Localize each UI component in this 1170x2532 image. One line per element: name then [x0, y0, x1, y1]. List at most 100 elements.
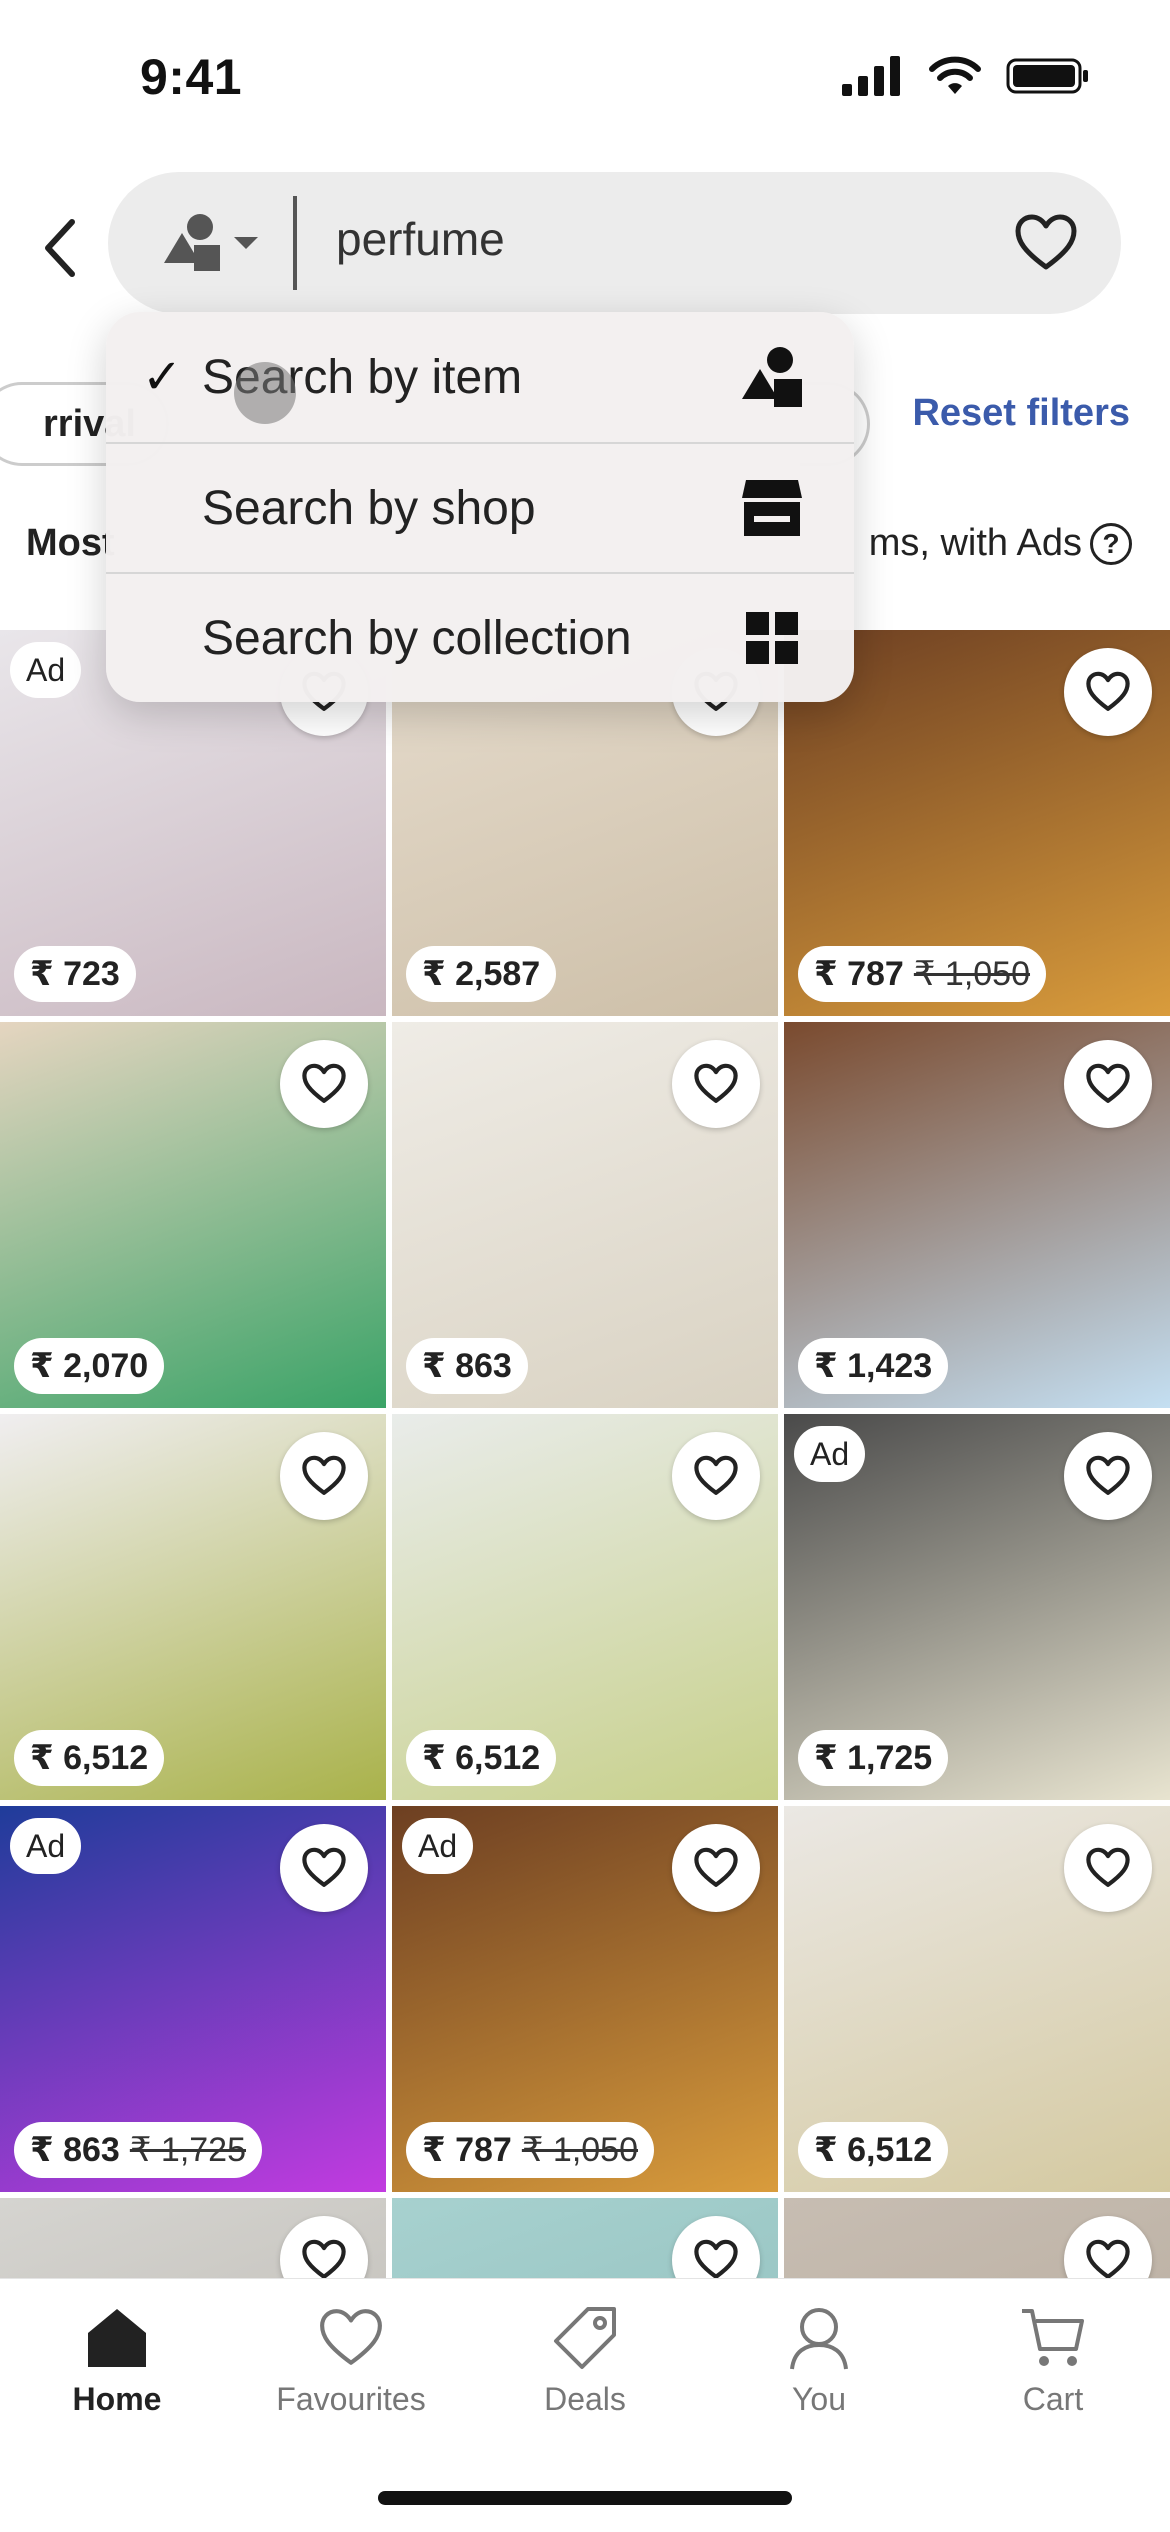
price-value: ₹ 1,725: [814, 1739, 933, 1777]
storefront-icon: [740, 476, 804, 540]
heart-icon: [694, 1847, 738, 1887]
price-tag: ₹ 6,512: [406, 1730, 557, 1786]
listing-tile[interactable]: ₹ 1,423: [784, 1022, 1170, 1408]
tab-label: Home: [72, 2381, 162, 2417]
status-icons: [842, 56, 1090, 96]
ad-badge: Ad: [10, 1818, 82, 1874]
heart-icon: [694, 1455, 738, 1495]
shapes-icon: [164, 214, 220, 271]
sort-label[interactable]: Most: [26, 522, 115, 565]
touch-indicator: [234, 362, 296, 424]
heart-icon: [302, 2239, 346, 2279]
tab-favourites[interactable]: Favourites: [234, 2305, 468, 2455]
search-divider: [293, 196, 297, 290]
favourite-button[interactable]: [1064, 1040, 1152, 1128]
shapes-icon: [740, 345, 804, 409]
price-tag: ₹ 863: [406, 1338, 528, 1394]
heart-icon: [1086, 1847, 1130, 1887]
listing-tile[interactable]: ₹ 6,512: [784, 1806, 1170, 2192]
favourite-button[interactable]: [280, 1824, 368, 1912]
favourite-button[interactable]: [1064, 648, 1152, 736]
reset-filters-link[interactable]: Reset filters: [912, 392, 1130, 435]
price-value: ₹ 2,587: [422, 955, 541, 993]
status-bar: 9:41: [0, 0, 1170, 150]
price-value: ₹ 6,512: [814, 2131, 933, 2169]
original-price: ₹ 1,050: [913, 955, 1031, 993]
help-icon[interactable]: ?: [1090, 522, 1132, 565]
price-tag: ₹ 723: [14, 946, 136, 1002]
favourite-button[interactable]: [672, 1824, 760, 1912]
dropdown-item-label: Search by collection: [202, 611, 632, 665]
price-tag: ₹ 6,512: [14, 1730, 165, 1786]
favourite-button[interactable]: [1064, 1432, 1152, 1520]
tab-deals[interactable]: Deals: [468, 2305, 702, 2455]
tab-label: You: [792, 2381, 846, 2417]
price-tag: ₹ 787 ₹ 1,050: [406, 2122, 655, 2178]
search-bar[interactable]: perfume: [108, 172, 1121, 314]
favourite-search-button[interactable]: [1011, 208, 1081, 278]
listing-tile[interactable]: ₹ 863: [392, 1022, 778, 1408]
dropdown-item-search-by-item[interactable]: ✓ Search by item: [106, 312, 854, 442]
listing-tile[interactable]: Ad ₹ 863 ₹ 1,725: [0, 1806, 386, 2192]
favourite-button[interactable]: [672, 1040, 760, 1128]
price-value: ₹ 2,070: [30, 1347, 149, 1385]
heart-icon: [1086, 1455, 1130, 1495]
listing-tile[interactable]: Ad ₹ 1,725: [784, 1414, 1170, 1800]
price-tag: ₹ 1,725: [798, 1730, 949, 1786]
tab-label: Favourites: [276, 2381, 426, 2417]
price-value: ₹ 863: [30, 2131, 120, 2169]
favourite-button[interactable]: [280, 1432, 368, 1520]
original-price: ₹ 1,725: [129, 2131, 247, 2169]
favourite-button[interactable]: [1064, 1824, 1152, 1912]
wifi-icon: [929, 56, 981, 94]
search-type-dropdown: ✓ Search by item Search by shop Search b…: [106, 312, 854, 702]
dropdown-item-search-by-shop[interactable]: Search by shop: [106, 442, 854, 572]
price-tag: ₹ 2,070: [14, 1338, 165, 1394]
tab-label: Deals: [544, 2381, 626, 2417]
results-note-text: ms, with Ads: [868, 522, 1082, 564]
heart-icon: [1086, 671, 1130, 711]
listing-tile[interactable]: ₹ 6,512: [392, 1414, 778, 1800]
heart-icon: [1086, 1063, 1130, 1103]
favourite-button[interactable]: [280, 1040, 368, 1128]
listing-tile[interactable]: Ad ₹ 787 ₹ 1,050: [392, 1806, 778, 2192]
heart-icon: [302, 1063, 346, 1103]
price-value: ₹ 787: [814, 955, 904, 993]
heart-icon: [320, 2309, 382, 2365]
heart-icon: [302, 1847, 346, 1887]
price-value: ₹ 863: [422, 1347, 512, 1385]
price-tag: ₹ 6,512: [798, 2122, 949, 2178]
listing-grid: Ad ₹ 723 ₹ 2,587 ₹ 787 ₹ 1,050 ₹ 2,070 ₹ 863 ₹ …: [0, 630, 1170, 2532]
bottom-tab-bar: Home Favourites Deals You Cart: [0, 2278, 1170, 2532]
back-button[interactable]: [30, 208, 90, 288]
price-value: ₹ 723: [30, 955, 120, 993]
tab-you[interactable]: You: [702, 2305, 936, 2455]
tab-cart[interactable]: Cart: [936, 2305, 1170, 2455]
home-icon: [88, 2309, 146, 2367]
original-price: ₹ 1,050: [521, 2131, 639, 2169]
search-type-selector[interactable]: [160, 210, 280, 276]
heart-icon: [694, 1063, 738, 1103]
heart-icon: [694, 2239, 738, 2279]
signal-icon: [842, 56, 900, 96]
price-tag: ₹ 2,587: [406, 946, 557, 1002]
listing-tile[interactable]: ₹ 2,070: [0, 1022, 386, 1408]
tab-label: Cart: [1022, 2381, 1084, 2417]
chevron-down-icon: [234, 237, 258, 249]
favourite-button[interactable]: [672, 1432, 760, 1520]
search-input[interactable]: perfume: [336, 212, 505, 266]
chevron-left-icon: [45, 219, 75, 277]
dropdown-item-search-by-collection[interactable]: Search by collection: [106, 572, 854, 702]
price-value: ₹ 6,512: [422, 1739, 541, 1777]
heart-icon: [1015, 214, 1077, 270]
checkmark-icon: ✓: [142, 351, 183, 404]
price-value: ₹ 1,423: [814, 1347, 933, 1385]
person-icon: [790, 2308, 848, 2370]
tab-home[interactable]: Home: [0, 2305, 234, 2455]
search-header: perfume: [0, 150, 1170, 320]
heart-icon: [1086, 2239, 1130, 2279]
price-value: ₹ 6,512: [30, 1739, 149, 1777]
listing-tile[interactable]: ₹ 6,512: [0, 1414, 386, 1800]
heart-icon: [302, 1455, 346, 1495]
ad-badge: Ad: [794, 1426, 866, 1482]
